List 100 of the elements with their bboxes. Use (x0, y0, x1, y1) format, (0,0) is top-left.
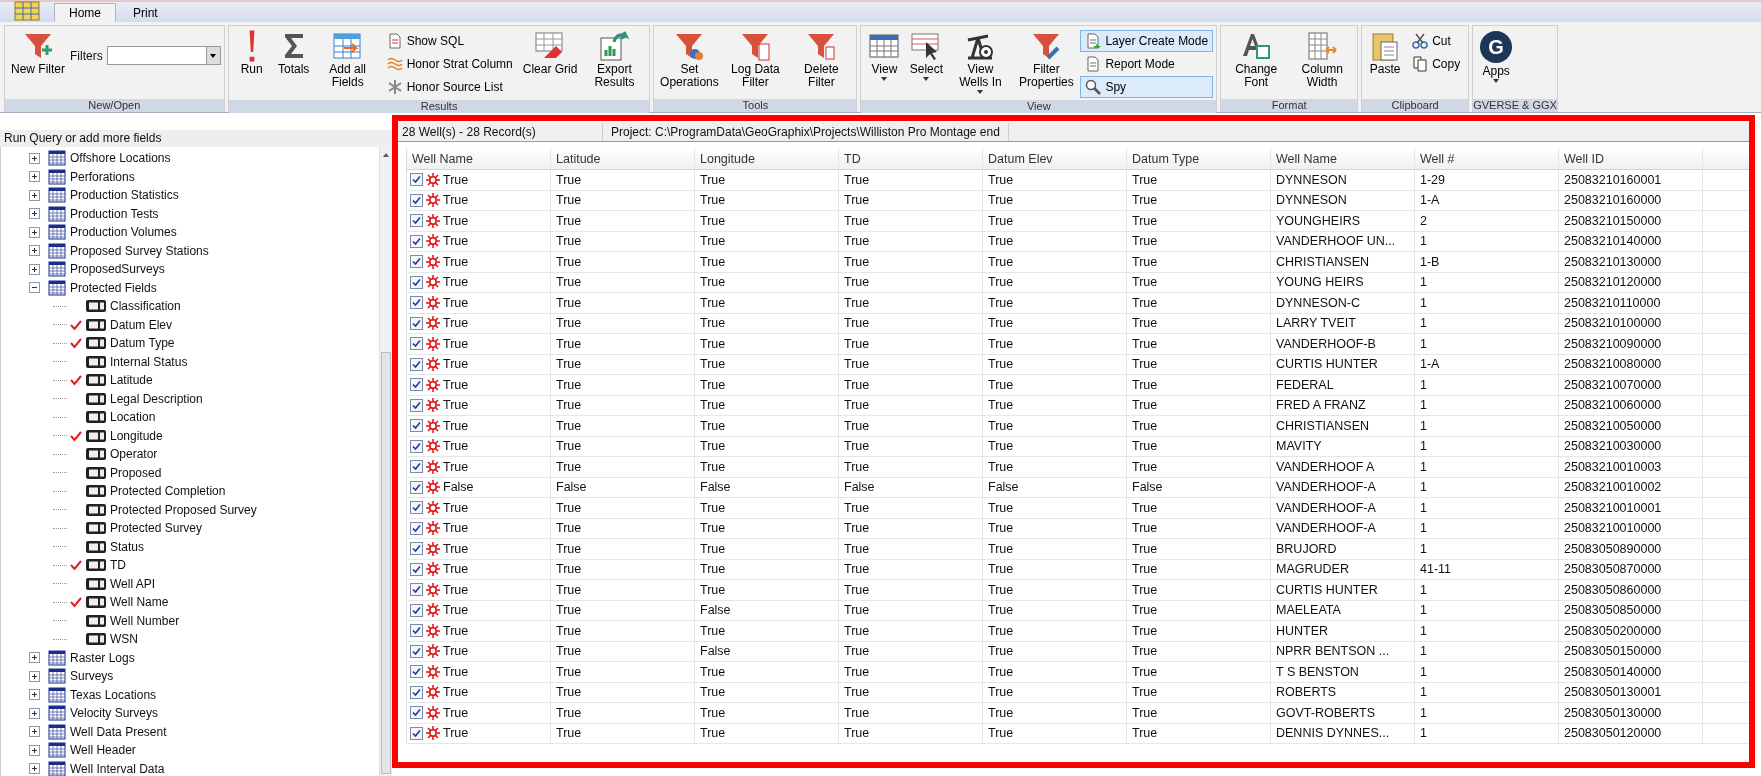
tree-item[interactable]: Surveys (1, 667, 379, 686)
checkbox[interactable] (410, 357, 423, 371)
expander-icon[interactable] (29, 171, 40, 183)
checkbox[interactable] (410, 501, 423, 515)
tree-item[interactable]: Well Data Present (1, 722, 379, 741)
column-header[interactable]: TD (839, 148, 983, 169)
ribbon-button[interactable]: Export Results (582, 28, 647, 91)
checkbox[interactable] (410, 337, 423, 351)
checkbox[interactable] (410, 296, 423, 310)
ribbon-small-button[interactable]: Honor Strat Column (381, 53, 518, 75)
expander-icon[interactable] (29, 226, 40, 238)
tree-item[interactable]: Operator (1, 445, 379, 464)
expander-icon[interactable] (29, 670, 40, 682)
tree-item[interactable]: Perforations (1, 167, 379, 186)
expander-icon[interactable] (29, 189, 40, 201)
expander-icon[interactable] (29, 263, 40, 275)
ribbon-button[interactable]: View (864, 28, 905, 83)
expander-icon[interactable] (29, 152, 40, 164)
checkbox[interactable] (410, 439, 423, 453)
tree-item[interactable]: Protected Proposed Survey (1, 500, 379, 519)
ribbon-button[interactable]: Add all Fields (315, 28, 380, 91)
expander-icon[interactable] (29, 652, 40, 664)
column-header[interactable]: Latitude (551, 148, 695, 169)
ribbon-tab[interactable]: Print (118, 3, 173, 22)
ribbon-button[interactable]: Change Font (1224, 28, 1289, 91)
ribbon-button[interactable]: Paste (1365, 28, 1406, 78)
expander-icon[interactable] (29, 763, 40, 775)
checkbox[interactable] (410, 685, 423, 699)
tree-item[interactable]: Well Header (1, 741, 379, 760)
column-header[interactable]: Well Name (407, 148, 551, 169)
checkbox[interactable] (410, 562, 423, 576)
tree-item[interactable]: TD (1, 556, 379, 575)
expander-icon[interactable] (29, 208, 40, 220)
ribbon-button[interactable]: Run (231, 28, 272, 78)
tree-item[interactable]: Internal Status (1, 352, 379, 371)
tree-item[interactable]: Well Name (1, 593, 379, 612)
column-header[interactable]: Well ID (1559, 148, 1703, 169)
tree-item[interactable]: Datum Elev (1, 315, 379, 334)
tree-item[interactable]: Proposed (1, 463, 379, 482)
tree-item[interactable]: Velocity Surveys (1, 704, 379, 723)
expander-icon[interactable] (29, 282, 40, 294)
ribbon-button[interactable]: Select (906, 28, 947, 83)
tree-item[interactable]: WSN (1, 630, 379, 649)
tree-item[interactable]: Well Number (1, 611, 379, 630)
ribbon-small-button[interactable]: Copy (1407, 53, 1466, 75)
checkbox[interactable] (410, 583, 423, 597)
column-header[interactable]: Well Name (1271, 148, 1415, 169)
ribbon-button[interactable]: View Wells In (948, 28, 1013, 96)
tree-item[interactable]: Protected Completion (1, 482, 379, 501)
ribbon-small-button[interactable]: Report Mode (1080, 53, 1214, 75)
ribbon-small-button[interactable]: Honor Source List (381, 76, 518, 98)
tree-item[interactable]: Status (1, 537, 379, 556)
scrollbar-thumb[interactable] (381, 352, 391, 774)
checkbox[interactable] (410, 234, 423, 248)
checkbox[interactable] (410, 726, 423, 740)
column-header[interactable]: Datum Elev (983, 148, 1127, 169)
checkbox[interactable] (410, 644, 423, 658)
column-header[interactable]: Longitude (695, 148, 839, 169)
checkbox[interactable] (410, 316, 423, 330)
expander-icon[interactable] (29, 245, 40, 257)
tree-item[interactable]: Location (1, 408, 379, 427)
ribbon-button[interactable]: Clear Grid (519, 28, 581, 78)
checkbox[interactable] (410, 706, 423, 720)
tree-item[interactable]: Longitude (1, 426, 379, 445)
ribbon-button[interactable]: Set Operations (657, 28, 722, 91)
checkbox[interactable] (410, 173, 423, 187)
tree-item[interactable]: Well Interval Data (1, 759, 379, 776)
ribbon-small-button[interactable]: Spy (1080, 76, 1214, 98)
tree-item[interactable]: Legal Description (1, 389, 379, 408)
checkbox[interactable] (410, 378, 423, 392)
expander-icon[interactable] (29, 707, 40, 719)
expander-icon[interactable] (29, 744, 40, 756)
tree-item[interactable]: Classification (1, 297, 379, 316)
ribbon-button[interactable]: New Filter (8, 28, 68, 78)
checkbox[interactable] (410, 542, 423, 556)
ribbon-button[interactable]: Delete Filter (789, 28, 854, 91)
checkbox[interactable] (410, 275, 423, 289)
ribbon-button[interactable]: G Apps (1476, 28, 1517, 85)
tree-item[interactable]: Protected Fields (1, 278, 379, 297)
tree-item[interactable]: Well API (1, 574, 379, 593)
ribbon-small-button[interactable]: Layer Create Mode (1080, 30, 1214, 52)
expander-icon[interactable] (29, 689, 40, 701)
ribbon-button[interactable]: Filter Properties (1014, 28, 1079, 91)
ribbon-button[interactable]: Column Width (1290, 28, 1355, 91)
scrollbar[interactable] (379, 147, 392, 776)
checkbox[interactable] (410, 398, 423, 412)
tree-item[interactable]: Latitude (1, 371, 379, 390)
checkbox[interactable] (410, 480, 423, 494)
ribbon-button[interactable]: Totals (273, 28, 314, 78)
ribbon-small-button[interactable]: Cut (1407, 30, 1466, 52)
checkbox[interactable] (410, 460, 423, 474)
tree-item[interactable]: ProposedSurveys (1, 260, 379, 279)
column-header[interactable]: Well # (1415, 148, 1559, 169)
tree-item[interactable]: Production Statistics (1, 186, 379, 205)
tree-item[interactable]: Datum Type (1, 334, 379, 353)
tree-item[interactable]: Production Tests (1, 204, 379, 223)
checkbox[interactable] (410, 624, 423, 638)
checkbox[interactable] (410, 214, 423, 228)
ribbon-button[interactable]: Log Data Filter (723, 28, 788, 91)
ribbon-small-button[interactable]: Show SQL (381, 30, 518, 52)
